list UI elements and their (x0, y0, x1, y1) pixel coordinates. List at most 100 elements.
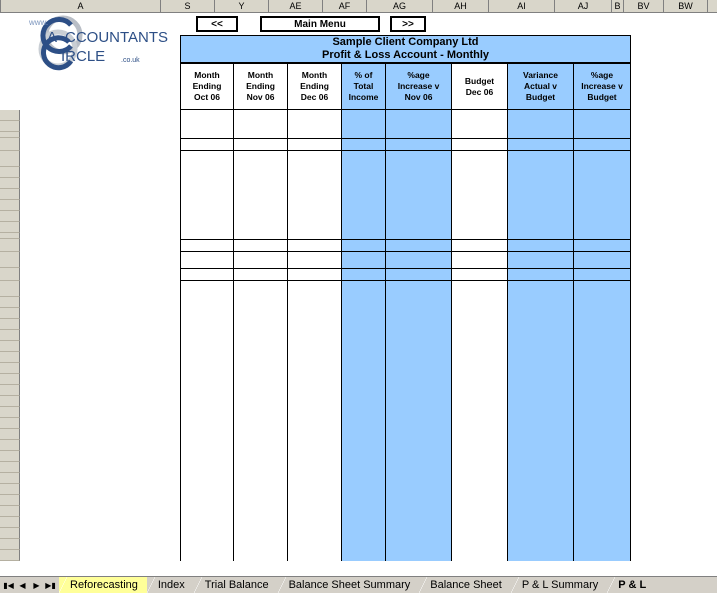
table-cell[interactable] (574, 495, 631, 506)
table-cell[interactable] (452, 550, 508, 561)
empty-cell[interactable] (643, 517, 683, 528)
empty-cell[interactable] (683, 330, 717, 341)
table-cell[interactable] (288, 211, 342, 222)
table-cell[interactable] (234, 539, 288, 550)
table-cell[interactable] (574, 539, 631, 550)
empty-cell[interactable] (683, 252, 717, 268)
table-cell[interactable] (574, 110, 631, 121)
table-cell[interactable] (452, 297, 508, 308)
table-row[interactable] (0, 239, 717, 252)
table-cell[interactable] (342, 319, 386, 330)
table-cell[interactable] (342, 222, 386, 233)
table-row[interactable] (0, 385, 717, 396)
table-cell[interactable] (342, 239, 386, 252)
table-cell[interactable] (180, 178, 234, 189)
empty-cell[interactable] (631, 308, 643, 319)
table-cell[interactable] (180, 550, 234, 561)
row-header-57[interactable] (0, 352, 20, 363)
table-cell[interactable] (574, 121, 631, 132)
empty-cell[interactable] (631, 189, 643, 200)
table-cell[interactable] (574, 178, 631, 189)
empty-cell[interactable] (643, 319, 683, 330)
row-header-67[interactable] (0, 451, 20, 462)
table-cell[interactable] (342, 268, 386, 281)
table-cell[interactable] (574, 473, 631, 484)
table-cell[interactable] (452, 462, 508, 473)
table-cell[interactable] (452, 308, 508, 319)
table-cell[interactable] (386, 308, 452, 319)
table-cell[interactable] (574, 550, 631, 561)
table-cell[interactable] (508, 200, 574, 211)
table-row[interactable] (0, 252, 717, 268)
row-header-24[interactable] (0, 151, 20, 167)
empty-cell[interactable] (643, 473, 683, 484)
empty-cell[interactable] (631, 211, 643, 222)
column-header-bw[interactable]: BW (664, 0, 708, 13)
table-cell[interactable] (234, 167, 288, 178)
empty-cell[interactable] (643, 239, 683, 252)
table-cell[interactable] (508, 462, 574, 473)
empty-cell[interactable] (683, 451, 717, 462)
empty-cell[interactable] (631, 451, 643, 462)
table-cell[interactable] (288, 167, 342, 178)
table-row[interactable] (0, 550, 717, 561)
empty-cell[interactable] (643, 330, 683, 341)
table-cell[interactable] (234, 506, 288, 517)
table-row[interactable] (0, 178, 717, 189)
empty-cell[interactable] (643, 374, 683, 385)
empty-cell[interactable] (643, 297, 683, 308)
table-cell[interactable] (508, 451, 574, 462)
row-header-26[interactable] (0, 178, 20, 189)
empty-cell[interactable] (683, 110, 717, 121)
table-cell[interactable] (452, 385, 508, 396)
next-sheet-icon[interactable]: ▶ (30, 577, 43, 593)
table-cell[interactable] (180, 239, 234, 252)
table-cell[interactable] (386, 451, 452, 462)
table-cell[interactable] (288, 550, 342, 561)
table-cell[interactable] (342, 418, 386, 429)
empty-cell[interactable] (631, 200, 643, 211)
table-cell[interactable] (574, 352, 631, 363)
table-cell[interactable] (342, 385, 386, 396)
table-cell[interactable] (452, 517, 508, 528)
row-header-56[interactable] (0, 341, 20, 352)
table-cell[interactable] (288, 200, 342, 211)
table-cell[interactable] (574, 363, 631, 374)
row-header-69[interactable] (0, 473, 20, 484)
empty-cell[interactable] (683, 239, 717, 252)
table-cell[interactable] (452, 167, 508, 178)
table-cell[interactable] (574, 462, 631, 473)
empty-cell[interactable] (631, 528, 643, 539)
table-cell[interactable] (508, 396, 574, 407)
table-cell[interactable] (180, 110, 234, 121)
table-cell[interactable] (342, 330, 386, 341)
table-row[interactable] (0, 268, 717, 281)
table-row[interactable] (0, 473, 717, 484)
table-cell[interactable] (342, 539, 386, 550)
empty-cell[interactable] (683, 138, 717, 151)
table-cell[interactable] (386, 473, 452, 484)
table-cell[interactable] (574, 151, 631, 167)
empty-cell[interactable] (683, 189, 717, 200)
next-button[interactable]: >> (390, 16, 426, 32)
table-cell[interactable] (452, 110, 508, 121)
empty-cell[interactable] (631, 495, 643, 506)
empty-cell[interactable] (631, 396, 643, 407)
table-cell[interactable] (452, 189, 508, 200)
empty-cell[interactable] (683, 374, 717, 385)
table-cell[interactable] (180, 151, 234, 167)
table-cell[interactable] (574, 211, 631, 222)
table-cell[interactable] (234, 239, 288, 252)
table-row[interactable] (0, 138, 717, 151)
row-header-52[interactable] (0, 297, 20, 308)
table-cell[interactable] (386, 239, 452, 252)
table-cell[interactable] (452, 341, 508, 352)
row-header-77[interactable] (0, 550, 20, 561)
column-header-a[interactable]: A (1, 0, 161, 13)
last-sheet-icon[interactable]: ▶▮ (44, 577, 57, 593)
table-cell[interactable] (574, 396, 631, 407)
table-cell[interactable] (452, 178, 508, 189)
empty-cell[interactable] (643, 440, 683, 451)
table-cell[interactable] (288, 462, 342, 473)
table-cell[interactable] (574, 189, 631, 200)
